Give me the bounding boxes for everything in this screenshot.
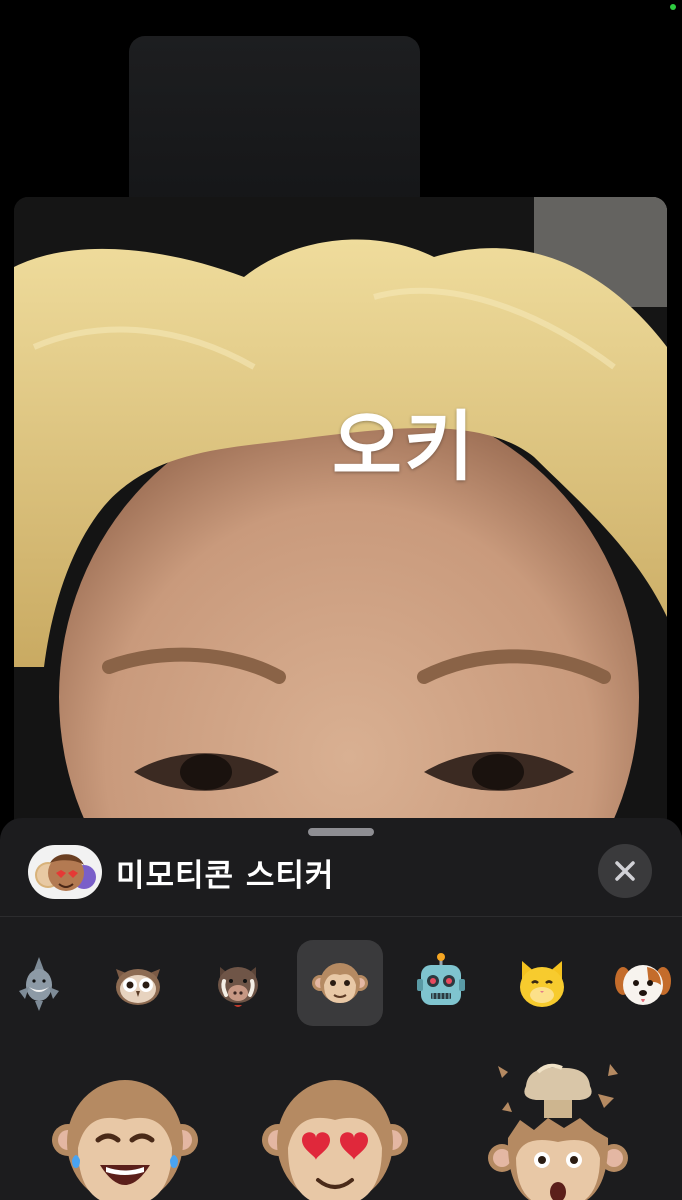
- sticker-monkey-heart-eyes[interactable]: [260, 1070, 410, 1200]
- tray-item-shark[interactable]: [0, 940, 82, 1026]
- owl-icon: [116, 969, 160, 1005]
- shark-icon: [19, 957, 59, 1011]
- tray-item-owl[interactable]: [95, 940, 181, 1026]
- camera-photo: [14, 197, 667, 837]
- sticker-monkey-mind-blown[interactable]: [478, 1058, 638, 1200]
- cat-icon: [520, 961, 564, 1007]
- tray-item-monkey[interactable]: [297, 940, 383, 1026]
- memoji-character-tray: [0, 940, 682, 1028]
- tray-item-robot[interactable]: [398, 940, 484, 1026]
- remote-video-tile[interactable]: [129, 36, 420, 212]
- sheet-grabber[interactable]: [308, 828, 374, 836]
- sheet-header: 미모티콘 스티커: [28, 844, 334, 900]
- caption-text[interactable]: 오키: [332, 409, 512, 485]
- sheet-title: 미모티콘 스티커: [116, 857, 335, 894]
- memoji-sticker-sheet: 미모티콘 스티커: [0, 818, 682, 1200]
- sheet-divider: [0, 916, 682, 917]
- monkey-icon: [312, 963, 368, 1003]
- memoji-stickers-icon: [28, 845, 102, 899]
- monkey-laughing-tears-icon: [52, 1080, 198, 1200]
- dog-icon: [615, 965, 671, 1005]
- sticker-monkey-laughing-tears[interactable]: [50, 1070, 200, 1200]
- camera-in-use-indicator: [670, 4, 676, 10]
- tray-item-cat[interactable]: [499, 940, 585, 1026]
- monkey-mind-blown-icon: [488, 1063, 628, 1200]
- robot-icon: [417, 953, 465, 1005]
- boar-icon: [218, 967, 258, 1007]
- tray-item-boar[interactable]: [195, 940, 281, 1026]
- tray-item-dog[interactable]: [600, 940, 682, 1026]
- close-icon: [615, 861, 635, 881]
- close-button[interactable]: [598, 844, 652, 898]
- monkey-heart-eyes-icon: [262, 1080, 408, 1200]
- camera-preview: 오키: [14, 197, 667, 837]
